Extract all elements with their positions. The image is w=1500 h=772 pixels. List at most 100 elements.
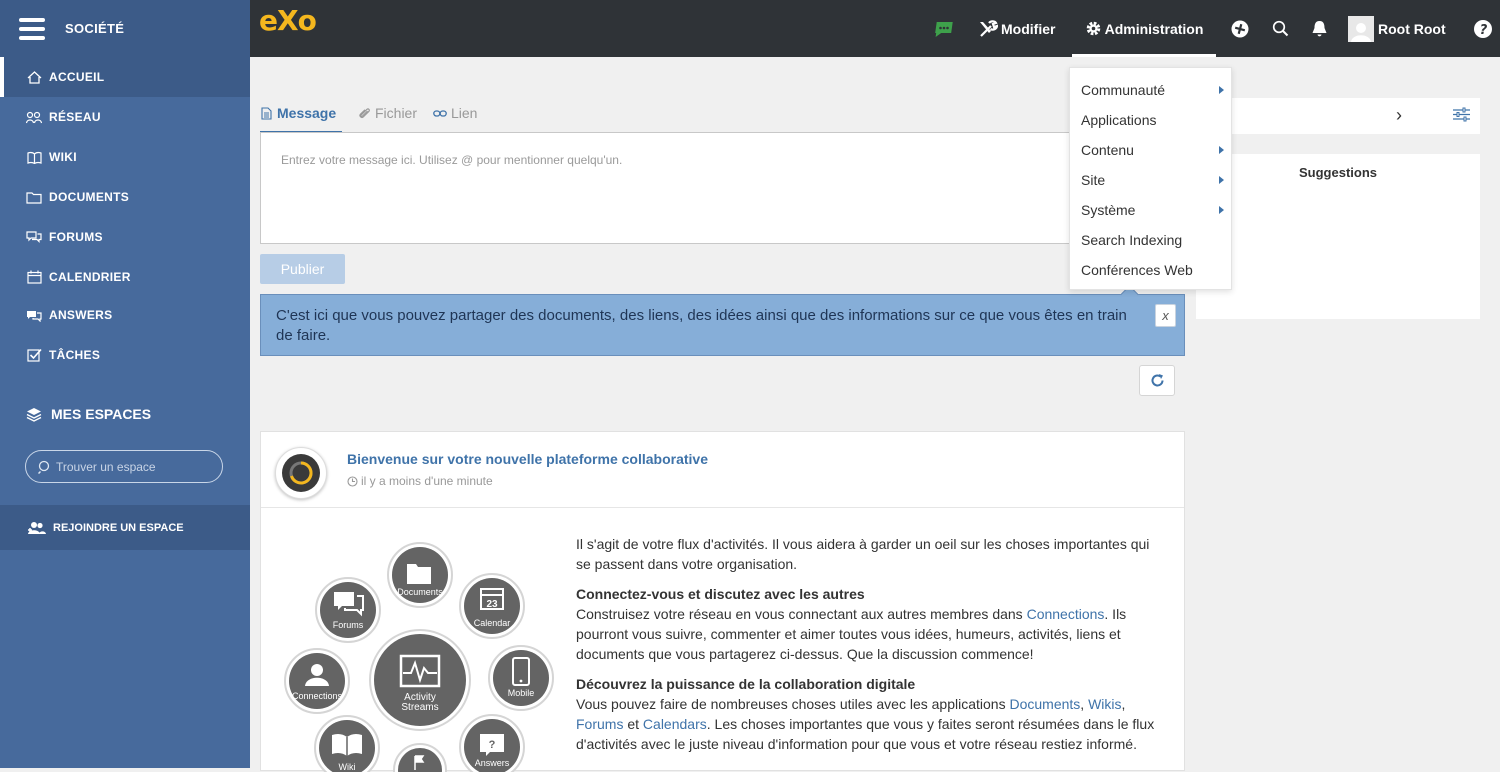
edit-menu-button[interactable]: Modifier [978,0,1055,57]
tools-icon [978,19,998,38]
company-name[interactable]: SOCIÉTÉ [65,21,124,36]
suggestions-panel: Suggestions [1196,154,1480,319]
connections-link[interactable]: Connections [1027,606,1105,622]
notification-bell-icon[interactable] [1311,0,1328,57]
filter-settings-icon[interactable] [1453,107,1470,122]
chevron-right-icon[interactable]: › [1396,105,1402,126]
text-fragment: , [1121,696,1126,712]
close-icon: x [1162,307,1169,323]
connections-label: Connections [292,691,343,701]
space-search-input[interactable] [56,459,216,474]
connections-bubble: Connections [284,648,350,714]
text-fragment: Vous pouvez faire de nombreuses choses u… [576,696,1010,712]
space-search-box[interactable] [25,450,223,483]
sidebar-item-reseau[interactable]: RÉSEAU [0,97,250,137]
submenu-arrow-icon [1219,176,1224,184]
tab-message-label: Message [277,105,337,121]
tab-link-label: Lien [451,105,478,121]
sidebar-item-documents[interactable]: DOCUMENTS [0,177,250,217]
network-icon [26,110,42,124]
menu-item-label: Site [1081,172,1106,188]
exo-logo[interactable]: eXo [259,4,317,37]
activity-title[interactable]: Bienvenue sur votre nouvelle plateforme … [347,451,708,467]
menu-item-label: Communauté [1081,82,1166,98]
hamburger-menu-icon[interactable] [19,17,45,40]
sidebar: SOCIÉTÉ ACCUEIL RÉSEAU WIKI DOCUMENTS FO… [0,0,250,768]
submenu-arrow-icon [1219,206,1224,214]
user-menu-button[interactable]: Root Root [1348,0,1446,57]
activity-body: Il s'agit de votre flux d'activités. Il … [576,534,1168,754]
documents-link[interactable]: Documents [1009,696,1080,712]
calendars-link[interactable]: Calendars [643,716,707,732]
forums-link[interactable]: Forums [576,716,623,732]
join-space-icon [27,521,47,534]
menu-item-systeme[interactable]: Système [1081,195,1226,225]
sidebar-item-wiki[interactable]: WIKI [0,137,250,177]
svg-text:?: ? [1480,23,1488,38]
documents-bubble: Documents [387,542,453,608]
menu-item-applications[interactable]: Applications [1081,105,1226,135]
activity-time-text: il y a moins d'une minute [361,474,493,488]
forums-label: Forums [333,620,364,630]
mobile-label: Mobile [508,688,535,698]
wiki-bubble: Wiki [314,715,380,772]
add-icon[interactable] [1230,0,1250,57]
menu-item-search-indexing[interactable]: Search Indexing [1081,225,1226,255]
menu-item-label: Applications [1081,112,1157,128]
sidebar-item-label: CALENDRIER [49,270,131,284]
answers-icon [26,308,42,322]
menu-item-web-conferences[interactable]: Conférences Web [1081,255,1226,285]
tab-message[interactable]: Message [261,105,336,121]
message-input[interactable] [281,153,1161,233]
sidebar-item-accueil[interactable]: ACCUEIL [0,57,250,97]
sidebar-item-taches[interactable]: TÂCHES [0,335,250,375]
menu-item-contenu[interactable]: Contenu [1081,135,1226,165]
documents-label: Documents [397,587,443,597]
tab-file-label: Fichier [375,105,418,121]
calendar-label: Calendar [474,618,511,628]
section-text-connect: Construisez votre réseau en vous connect… [576,604,1168,664]
svg-text:?: ? [489,739,496,751]
sidebar-item-label: TÂCHES [49,348,101,362]
tip-banner: C'est ici que vous pouvez partager des d… [260,285,1185,356]
menu-item-label: Search Indexing [1081,232,1183,248]
sidebar-item-forums[interactable]: FORUMS [0,217,250,257]
join-space-label: REJOINDRE UN ESPACE [53,521,184,534]
tab-link[interactable]: Lien [433,105,477,121]
my-spaces-label: MES ESPACES [51,406,152,422]
sidebar-header: SOCIÉTÉ [0,0,250,57]
spaces-stack-icon [26,407,42,422]
sidebar-item-label: ACCUEIL [49,70,105,84]
clock-icon [347,475,358,487]
wikis-link[interactable]: Wikis [1088,696,1121,712]
suggestions-title: Suggestions [1298,165,1377,180]
activity-avatar[interactable] [275,447,327,499]
calendar-day: 23 [486,599,498,610]
text-fragment: , [1080,696,1089,712]
join-space-button[interactable]: REJOINDRE UN ESPACE [0,505,250,550]
activity-streams-label-2: Streams [401,702,438,713]
folder-icon [26,190,42,204]
text-fragment: Construisez votre réseau en vous connect… [576,606,1027,622]
menu-item-site[interactable]: Site [1081,165,1226,195]
edit-menu-label: Modifier [1001,20,1056,37]
administration-menu-button[interactable]: Administration [1072,0,1216,57]
section-heading-connect: Connectez-vous et discutez avec les autr… [576,586,865,602]
activity-intro: Il s'agit de votre flux d'activités. Il … [576,536,1150,572]
close-tip-button[interactable]: x [1155,304,1176,327]
help-icon[interactable]: ? [1473,0,1493,57]
search-icon [38,460,52,474]
calendar-icon [26,270,42,284]
sidebar-item-calendrier[interactable]: CALENDRIER [0,257,250,297]
search-icon[interactable] [1272,0,1289,57]
sidebar-item-answers[interactable]: ANSWERS [0,295,250,335]
refresh-button[interactable] [1139,365,1175,396]
sidebar-item-label: DOCUMENTS [49,190,130,204]
chat-icon[interactable] [932,0,954,57]
answers-bubble: ? Answers [459,714,525,772]
menu-item-communaute[interactable]: Communauté [1081,75,1226,105]
tab-file[interactable]: Fichier [358,105,417,121]
publish-button[interactable]: Publier [260,254,345,284]
user-name: Root Root [1378,20,1446,37]
forums-bubble: Forums [315,577,381,643]
